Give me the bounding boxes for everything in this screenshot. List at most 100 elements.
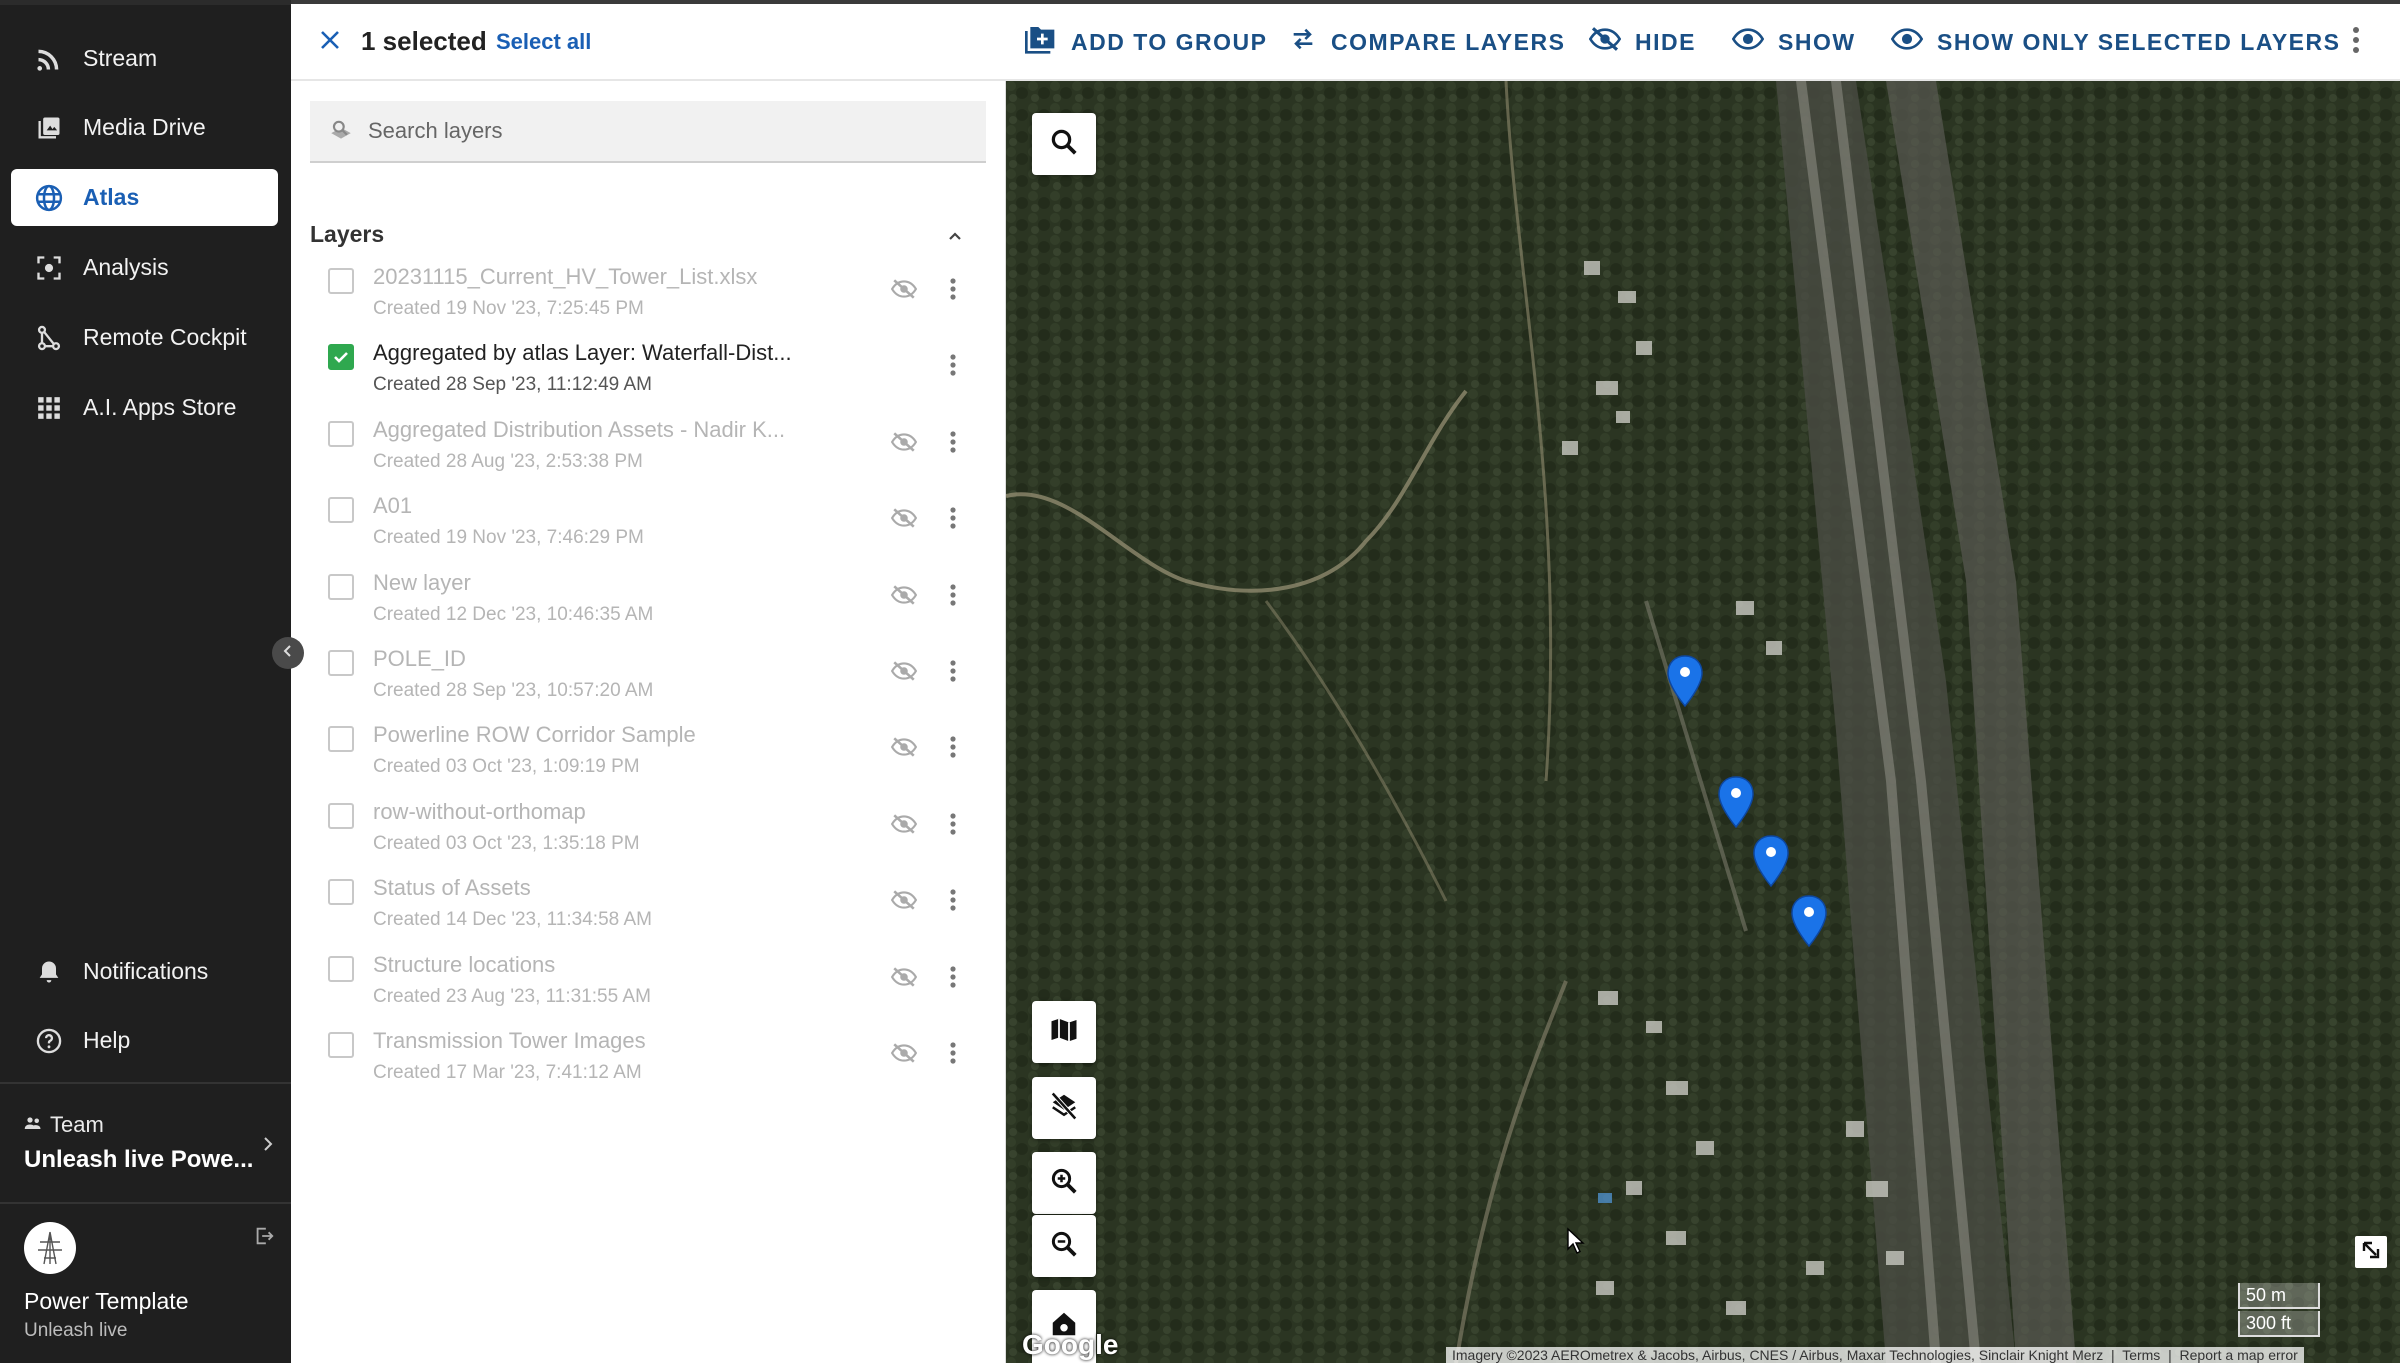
layer-created-date: Created 28 Sep '23, 10:57:20 AM bbox=[373, 680, 654, 701]
layer-checkbox[interactable] bbox=[328, 420, 354, 447]
layer-row[interactable]: POLE_ID Created 28 Sep '23, 10:57:20 AM bbox=[291, 638, 1006, 714]
layer-more-options-icon[interactable] bbox=[943, 427, 963, 457]
eye-off-icon[interactable] bbox=[889, 887, 919, 913]
add-to-group-button[interactable]: ADD TO GROUP bbox=[1025, 24, 1267, 60]
layer-row[interactable]: Structure locations Created 23 Aug '23, 1… bbox=[291, 944, 1006, 1020]
layer-more-options-icon[interactable] bbox=[943, 656, 963, 686]
layer-more-options-icon[interactable] bbox=[943, 1038, 963, 1068]
layer-row[interactable]: Aggregated by atlas Layer: Waterfall-Dis… bbox=[291, 332, 1006, 408]
layer-checkbox[interactable] bbox=[328, 879, 354, 906]
show-button[interactable]: SHOW bbox=[1731, 24, 1856, 60]
map-marker[interactable] bbox=[1666, 654, 1704, 713]
layer-checkbox[interactable] bbox=[328, 573, 354, 600]
eye-off-icon[interactable] bbox=[889, 429, 919, 455]
layer-checkbox[interactable] bbox=[328, 650, 354, 676]
layer-checkbox[interactable] bbox=[328, 726, 354, 753]
map-marker[interactable] bbox=[1752, 834, 1790, 893]
layer-name: 20231115_Current_HV_Tower_List.xlsx bbox=[373, 264, 758, 289]
media-drive-icon bbox=[31, 110, 67, 146]
eye-off-icon[interactable] bbox=[889, 582, 919, 608]
layer-row[interactable]: A01 Created 19 Nov '23, 7:46:29 PM bbox=[291, 485, 1006, 561]
layer-name: Aggregated Distribution Assets - Nadir K… bbox=[373, 416, 786, 442]
team-label-text: Team bbox=[50, 1112, 104, 1137]
map-search-button[interactable] bbox=[1032, 113, 1096, 175]
layer-row[interactable]: Transmission Tower Images Created 17 Mar … bbox=[291, 1020, 1006, 1096]
layers-panel: Layers 20231115_Current_HV_Tower_List.xl… bbox=[291, 81, 1006, 1363]
compare-layers-button[interactable]: COMPARE LAYERS bbox=[1289, 24, 1565, 60]
nav-item-stream[interactable]: Stream bbox=[11, 30, 278, 87]
eye-off-icon[interactable] bbox=[889, 734, 919, 760]
hide-button[interactable]: HIDE bbox=[1588, 24, 1696, 60]
search-input[interactable] bbox=[368, 118, 968, 144]
eye-off-icon[interactable] bbox=[889, 505, 919, 531]
nav-item-notifications[interactable]: Notifications bbox=[11, 943, 278, 1000]
eye-off-icon[interactable] bbox=[889, 276, 919, 302]
team-chevron-right-icon[interactable] bbox=[258, 1134, 278, 1154]
layer-more-options-icon[interactable] bbox=[943, 503, 963, 533]
layer-more-options-icon[interactable] bbox=[943, 350, 963, 380]
collapse-layers-button[interactable] bbox=[943, 225, 967, 249]
layer-created-date: Created 12 Dec '23, 10:46:35 AM bbox=[373, 603, 654, 625]
nav-divider bbox=[0, 1082, 291, 1084]
layer-row[interactable]: 20231115_Current_HV_Tower_List.xlsx Creat… bbox=[291, 256, 1006, 332]
eye-off-icon[interactable] bbox=[889, 964, 919, 990]
report-map-error-link[interactable]: Report a map error bbox=[2180, 1347, 2298, 1363]
eye-off-icon[interactable] bbox=[889, 1040, 919, 1066]
eye-icon bbox=[1731, 27, 1765, 57]
layer-row[interactable]: Status of Assets Created 14 Dec '23, 11:3… bbox=[291, 867, 1006, 943]
zoom-in-icon bbox=[1049, 1166, 1079, 1201]
eye-off-icon[interactable] bbox=[889, 658, 919, 684]
layer-more-options-icon[interactable] bbox=[943, 580, 963, 610]
nav-item-analysis[interactable]: Analysis bbox=[11, 239, 278, 296]
layer-more-options-icon[interactable] bbox=[943, 885, 963, 915]
layer-checkbox[interactable] bbox=[328, 802, 354, 829]
layer-more-options-icon[interactable] bbox=[943, 962, 963, 992]
layer-checkbox[interactable] bbox=[328, 955, 354, 982]
logout-icon[interactable] bbox=[252, 1224, 276, 1248]
nav-item-label: Notifications bbox=[83, 958, 209, 984]
layer-row[interactable]: row-without-orthomap Created 03 Oct '23, … bbox=[291, 791, 1006, 867]
avatar[interactable] bbox=[24, 1222, 76, 1274]
zoom-out-button[interactable] bbox=[1032, 1215, 1096, 1277]
basemap-button[interactable] bbox=[1032, 1001, 1096, 1063]
layer-more-options-icon[interactable] bbox=[943, 274, 963, 304]
layer-row[interactable]: New layer Created 12 Dec '23, 10:46:35 AM bbox=[291, 562, 1006, 638]
layer-checkbox[interactable] bbox=[328, 344, 354, 371]
layer-name: POLE_ID bbox=[373, 646, 466, 671]
map-imagery bbox=[1006, 81, 2400, 1363]
layer-checkbox[interactable] bbox=[328, 1032, 354, 1058]
layer-row[interactable]: Powerline ROW Corridor Sample Created 03 … bbox=[291, 714, 1006, 790]
layer-checkbox[interactable] bbox=[328, 268, 354, 294]
clear-selection-button[interactable] bbox=[315, 27, 345, 57]
nav-item-atlas[interactable]: Atlas bbox=[11, 169, 278, 226]
layer-row[interactable]: Aggregated Distribution Assets - Nadir K… bbox=[291, 409, 1006, 485]
compare-layers-label: COMPARE LAYERS bbox=[1331, 28, 1566, 55]
select-all-link[interactable]: Select all bbox=[496, 29, 591, 55]
nav-item-media-drive[interactable]: Media Drive bbox=[11, 99, 278, 156]
nav-item-help[interactable]: Help bbox=[11, 1012, 278, 1069]
more-options-button[interactable] bbox=[2341, 24, 2371, 60]
zoom-out-icon bbox=[1049, 1229, 1079, 1264]
toggle-layers-button[interactable] bbox=[1032, 1077, 1096, 1139]
eye-icon bbox=[1890, 27, 1924, 57]
layer-more-options-icon[interactable] bbox=[943, 809, 963, 839]
show-only-selected-button[interactable]: SHOW ONLY SELECTED LAYERS bbox=[1890, 24, 2340, 60]
nav-item-label: Stream bbox=[83, 45, 158, 71]
team-name[interactable]: Unleash live Powe... bbox=[24, 1146, 253, 1174]
expand-map-button[interactable] bbox=[2355, 1236, 2387, 1268]
eye-off-icon[interactable] bbox=[889, 811, 919, 837]
remote-cockpit-icon bbox=[31, 320, 67, 356]
nav-item-remote-cockpit[interactable]: Remote Cockpit bbox=[11, 309, 278, 366]
terms-link[interactable]: Terms bbox=[2122, 1347, 2160, 1363]
layer-more-options-icon[interactable] bbox=[943, 732, 963, 762]
zoom-in-button[interactable] bbox=[1032, 1152, 1096, 1214]
search-layers-icon bbox=[326, 116, 356, 146]
nav-item-ai-apps-store[interactable]: A.I. Apps Store bbox=[11, 379, 278, 436]
nav-item-label: Analysis bbox=[83, 254, 169, 280]
map-marker[interactable] bbox=[1790, 894, 1828, 953]
collapse-sidebar-button[interactable] bbox=[272, 637, 304, 669]
satellite-map[interactable]: Google 50 m 300 ft Imagery ©2023 AEROmet… bbox=[1006, 81, 2400, 1363]
layer-checkbox[interactable] bbox=[328, 497, 354, 524]
layer-name: Aggregated by atlas Layer: Waterfall-Dis… bbox=[373, 340, 792, 366]
map-marker[interactable] bbox=[1717, 775, 1755, 834]
